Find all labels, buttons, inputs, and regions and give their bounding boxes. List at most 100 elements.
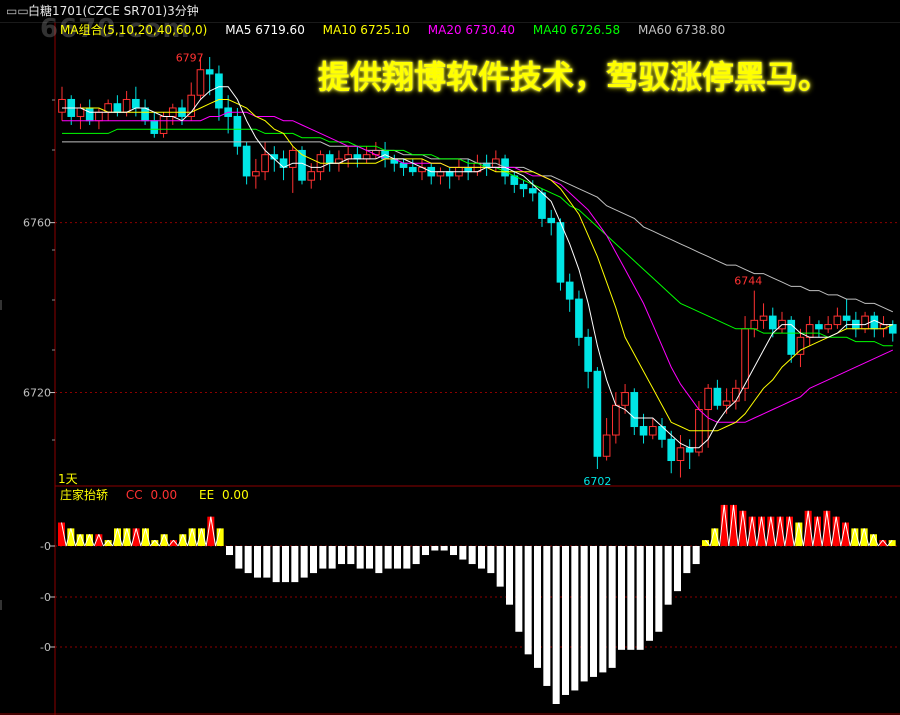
ee-value: 0.00 <box>221 488 249 502</box>
candle-body-31 <box>344 154 352 160</box>
candle-body-21 <box>252 171 260 177</box>
candle-body-66 <box>667 438 676 462</box>
indicator-bar-40 <box>431 546 439 551</box>
candle-body-75 <box>750 319 759 330</box>
indicator-bar-36 <box>394 546 401 569</box>
candle-body-57 <box>584 336 592 372</box>
indicator-bar-47 <box>496 546 504 587</box>
candle-body-25 <box>288 149 297 168</box>
ma5-label: MA5 6719.60 <box>225 23 305 37</box>
price-annotation-1: 6744 <box>734 275 762 288</box>
candle-body-62 <box>630 392 639 428</box>
candle-body-54 <box>556 222 565 283</box>
candle-body-77 <box>768 315 777 330</box>
indicator-bar-46 <box>487 546 495 574</box>
candle-body-60 <box>612 404 620 436</box>
candle-body-9 <box>141 107 149 122</box>
indicator-bar-63 <box>646 546 653 641</box>
candle-body-42 <box>445 171 454 177</box>
indicator-bar-56 <box>580 546 588 682</box>
candle-body-59 <box>602 434 611 457</box>
y-tick-label-0: 6720 <box>23 387 51 400</box>
candle-body-6 <box>113 103 122 113</box>
indicator-name[interactable]: 庄家抬轿 <box>60 488 108 502</box>
candle-body-7 <box>122 98 131 113</box>
window-icon[interactable]: ▭▭ <box>6 0 29 22</box>
promo-banner: 提供翔博软件技术，驾驭涨停黑马。 <box>318 58 831 96</box>
indicator-bar-65 <box>664 546 672 605</box>
candle-body-0 <box>58 98 66 113</box>
indicator-bar-44 <box>468 546 476 565</box>
indicator-bar-33 <box>366 546 373 569</box>
candle-body-3 <box>85 107 94 122</box>
ma40-label: MA40 6726.58 <box>532 23 621 37</box>
indicator-bar-43 <box>459 546 467 560</box>
indicator-bar-53 <box>552 546 560 704</box>
indicator-bar-45 <box>478 546 485 569</box>
indicator-bar-55 <box>571 546 579 691</box>
sub-tick-label-0: -0 <box>40 540 51 553</box>
candle-body-11 <box>159 115 168 134</box>
candle-body-56 <box>575 298 583 338</box>
candle-body-68 <box>685 447 694 453</box>
indicator-bar-59 <box>608 546 616 668</box>
ma-group-label[interactable]: MA组合(5,10,20,40,60,0) <box>60 23 207 37</box>
indicator-bar-67 <box>683 546 691 574</box>
indicator-bar-61 <box>627 546 635 650</box>
ma60-label: MA60 6738.80 <box>637 23 726 37</box>
cc-value: 0.00 <box>150 488 178 502</box>
indicator-bar-58 <box>599 546 607 673</box>
indicator-bar-52 <box>543 546 551 686</box>
candle-body-50 <box>519 183 528 190</box>
candle-body-79 <box>787 319 796 355</box>
price-annotation-0: 6797 <box>176 51 204 64</box>
candle-body-27 <box>307 171 316 181</box>
candle-body-16 <box>205 69 214 75</box>
candle-body-85 <box>842 315 851 321</box>
price-annotation-2: 6702 <box>583 475 611 488</box>
indicator-bar-48 <box>506 546 513 605</box>
ma5-line <box>62 86 893 449</box>
candle-body-72 <box>722 400 731 406</box>
indicator-bar-22 <box>263 546 271 578</box>
sub-tick-label-2: -0 <box>40 641 51 654</box>
candle-body-15 <box>196 69 205 96</box>
candle-body-41 <box>436 171 445 177</box>
indicator-bar-54 <box>562 546 569 695</box>
y-tick-label-1: 6760 <box>23 217 51 230</box>
cc-label: CC <box>125 488 143 502</box>
candle-body-70 <box>704 387 712 411</box>
candle-body-37 <box>399 162 408 168</box>
indicator-bar-20 <box>244 546 252 574</box>
indicator-bar-29 <box>328 546 336 569</box>
indicator-bar-32 <box>356 546 364 569</box>
candle-body-87 <box>861 315 869 330</box>
candle-body-58 <box>593 370 602 457</box>
indicator-bar-27 <box>310 546 317 574</box>
candle-body-88 <box>870 315 879 330</box>
indicator-bar-68 <box>692 546 700 565</box>
candle-body-10 <box>150 120 159 134</box>
indicator-bar-66 <box>674 546 681 592</box>
candle-body-38 <box>408 166 417 173</box>
indicator-bar-37 <box>403 546 411 569</box>
candle-body-61 <box>621 392 629 406</box>
candle-body-71 <box>713 387 722 406</box>
candle-body-81 <box>805 324 814 338</box>
indicator-bar-49 <box>515 546 523 632</box>
indicator-bar-28 <box>319 546 327 569</box>
candle-body-17 <box>215 73 223 109</box>
period-label[interactable]: 1天 <box>58 470 78 487</box>
indicator-bar-64 <box>655 546 663 632</box>
candle-body-4 <box>95 111 103 122</box>
ma-legend: MA组合(5,10,20,40,60,0) MA5 6719.60 MA10 6… <box>60 22 739 38</box>
indicator-bar-35 <box>384 546 392 569</box>
chart-canvas: 6720 6760 6797 6744 6702 -0 -0 -0 <box>0 21 900 715</box>
candle-body-83 <box>824 324 832 330</box>
candle-body-52 <box>538 192 546 219</box>
candle-body-82 <box>815 324 823 330</box>
candle-body-20 <box>242 145 251 177</box>
ma20-label: MA20 6730.40 <box>427 23 516 37</box>
sub-tick-label-1: -0 <box>40 591 51 604</box>
indicator-bar-34 <box>375 546 383 574</box>
